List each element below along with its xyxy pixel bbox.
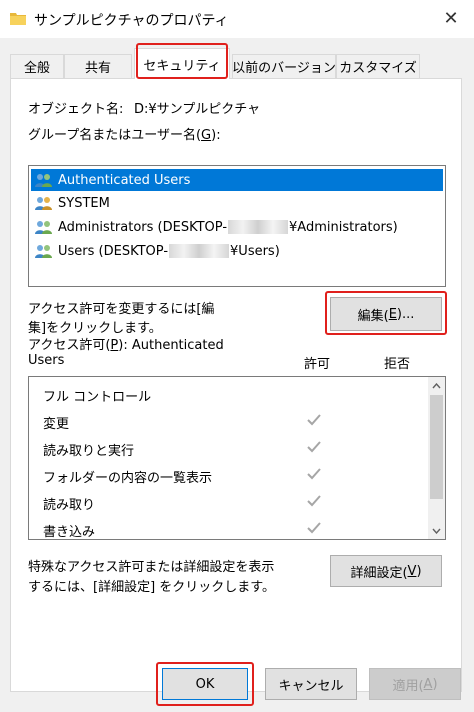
apply-button-label-suffix: ) — [432, 676, 438, 692]
tab-previous-versions[interactable]: 以前のバージョン — [232, 54, 336, 78]
change-instruction-line1: アクセス許可を変更するには[編 — [28, 302, 215, 317]
edit-button[interactable]: 編集(E)... — [330, 297, 442, 331]
redacted-hostname — [169, 244, 230, 258]
object-name-value: D:¥サンプルピクチャ — [134, 102, 261, 117]
group-list-label-text: グループ名またはユーザー名( — [28, 128, 202, 143]
edit-button-label-suffix: )... — [396, 306, 415, 322]
list-item-label-prefix: Administrators (DESKTOP- — [58, 219, 228, 235]
list-item-label-prefix: Users (DESKTOP- — [58, 243, 169, 259]
access-key: V — [407, 563, 417, 579]
access-key: A — [423, 676, 433, 692]
permission-row-write: 書き込み — [29, 516, 429, 540]
tab-security[interactable]: セキュリティ — [134, 48, 230, 79]
apply-button[interactable]: 適用(A) — [369, 668, 461, 700]
group-user-list[interactable]: Authenticated Users SYSTEM Administrator… — [28, 165, 446, 287]
title-bar: サンプルピクチャのプロパティ ✕ — [0, 0, 474, 38]
list-item-label-suffix: ¥Administrators) — [289, 219, 398, 235]
permissions-list[interactable]: フル コントロール 変更 読み取りと実行 フォルダーの内容の一覧表示 読み取り … — [28, 376, 446, 540]
list-item-users[interactable]: Users (DESKTOP- ¥Users) — [31, 240, 443, 262]
user-group-icon — [35, 245, 52, 258]
object-name-label: オブジェクト名: — [28, 102, 124, 117]
allow-column-header: 許可 — [304, 357, 331, 372]
user-group-icon — [35, 174, 52, 187]
tab-label: 共有 — [84, 61, 111, 76]
ok-button-label: OK — [195, 676, 215, 692]
access-key: G — [201, 128, 212, 143]
edit-button-label: 編集( — [357, 308, 389, 324]
user-group-icon — [35, 197, 52, 210]
redacted-hostname — [228, 220, 289, 234]
group-list-label: グループ名またはユーザー名(G): — [28, 124, 221, 143]
list-item-authenticated-users[interactable]: Authenticated Users — [31, 169, 443, 191]
advanced-instruction-line2: するには、[詳細設定] をクリックします。 — [28, 580, 275, 595]
group-list-label-suffix: ): — [211, 128, 221, 143]
permissions-heading-text: アクセス許可( — [28, 338, 111, 353]
advanced-button-label-suffix: ) — [416, 563, 422, 579]
permission-name: 読み取りと実行 — [43, 444, 135, 459]
checkmark-icon — [307, 495, 321, 507]
permission-row-read-execute: 読み取りと実行 — [29, 435, 429, 462]
permission-name: フォルダーの内容の一覧表示 — [43, 471, 213, 486]
permission-name: 書き込み — [43, 525, 96, 540]
properties-dialog: 全般 共有 セキュリティ 以前のバージョン カスタマイズ オブジェクト名: D:… — [0, 38, 474, 712]
checkmark-icon — [307, 414, 321, 426]
cancel-button[interactable]: キャンセル — [265, 668, 357, 700]
list-item-system[interactable]: SYSTEM — [31, 192, 443, 214]
close-button[interactable]: ✕ — [428, 0, 474, 36]
list-item-label: SYSTEM — [58, 195, 110, 211]
checkmark-icon — [307, 468, 321, 480]
tab-customize[interactable]: カスタマイズ — [336, 54, 420, 78]
permission-row-modify: 変更 — [29, 408, 429, 435]
access-key: E — [388, 306, 397, 322]
window-title: サンプルピクチャのプロパティ — [34, 13, 229, 29]
permissions-heading-line2: Users — [28, 353, 65, 368]
scroll-down-arrow-icon[interactable] — [428, 522, 445, 539]
permissions-heading-suffix: ): Authenticated — [118, 338, 224, 353]
permission-row-full-control: フル コントロール — [29, 381, 429, 408]
tab-label: セキュリティ — [143, 58, 221, 74]
ok-button[interactable]: OK — [162, 668, 248, 700]
advanced-button[interactable]: 詳細設定(V) — [330, 555, 442, 587]
tab-strip: 全般 共有 セキュリティ 以前のバージョン カスタマイズ — [10, 48, 470, 79]
advanced-button-label: 詳細設定( — [350, 565, 408, 581]
permission-row-read: 読み取り — [29, 489, 429, 516]
user-group-icon — [35, 221, 52, 234]
checkmark-icon — [307, 522, 321, 534]
scrollbar-thumb[interactable] — [430, 395, 443, 499]
tab-label: 以前のバージョン — [232, 61, 336, 76]
apply-button-label: 適用( — [392, 678, 424, 694]
advanced-instruction-line1: 特殊なアクセス許可または詳細設定を表示 — [28, 560, 275, 575]
list-item-label-suffix: ¥Users) — [230, 243, 280, 259]
permissions-heading: アクセス許可(P): Authenticated — [28, 334, 224, 353]
list-item-administrators[interactable]: Administrators (DESKTOP- ¥Administrators) — [31, 216, 443, 238]
deny-column-header: 拒否 — [384, 357, 411, 372]
permission-name: 変更 — [43, 417, 70, 432]
permissions-scrollbar[interactable] — [428, 377, 445, 539]
tab-label: 全般 — [23, 61, 50, 76]
permission-name: 読み取り — [43, 498, 96, 513]
tab-general[interactable]: 全般 — [10, 54, 64, 78]
permission-name: フル コントロール — [43, 390, 152, 405]
tab-label: カスタマイズ — [339, 61, 417, 76]
scroll-up-arrow-icon[interactable] — [428, 377, 445, 394]
cancel-button-label: キャンセル — [278, 678, 344, 694]
permission-row-list-folder: フォルダーの内容の一覧表示 — [29, 462, 429, 489]
tab-sharing[interactable]: 共有 — [64, 54, 132, 78]
checkmark-icon — [307, 441, 321, 453]
list-item-label: Authenticated Users — [58, 172, 191, 188]
close-icon: ✕ — [443, 7, 459, 29]
folder-icon — [10, 13, 26, 25]
